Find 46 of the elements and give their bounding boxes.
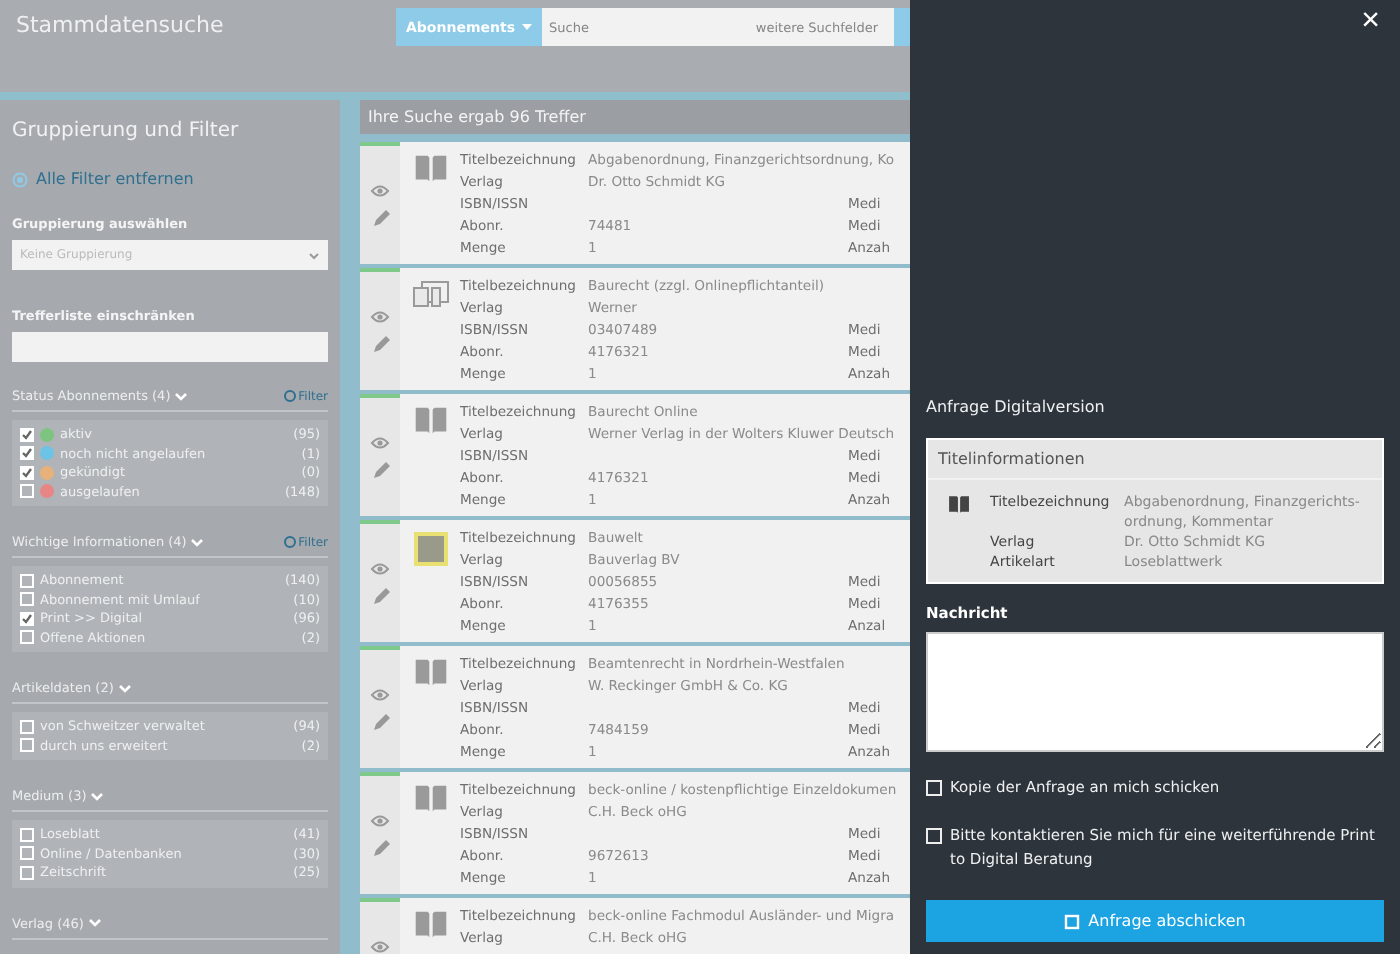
pencil-icon[interactable] [371,839,389,857]
checkbox[interactable] [20,611,34,626]
clear-filters-link[interactable]: Alle Filter entfernen [12,170,328,188]
checkbox[interactable] [20,427,34,442]
pencil-icon[interactable] [371,209,389,227]
close-button[interactable]: × [1361,4,1380,40]
filter-input[interactable] [12,332,328,362]
result-summary: Ihre Suche ergab 96 Treffer [360,100,910,134]
circle-icon [284,536,297,548]
square-icon [1064,913,1081,929]
chevron-icon [190,537,205,547]
book-icon [413,406,447,434]
chevron-icon [174,391,189,401]
message-field[interactable] [926,632,1384,752]
book-icon [413,784,447,812]
pencil-icon[interactable] [371,335,389,353]
eye-icon[interactable] [370,309,390,323]
book-icon [948,492,971,516]
clear-icon [12,171,28,187]
book-icon [413,154,447,182]
drawer-heading: Anfrage Digitalversion [926,398,1107,416]
chevron-icon [308,251,320,259]
circle-icon [284,390,297,402]
pencil-icon[interactable] [371,587,389,605]
devices-icon [411,280,449,308]
eye-icon[interactable] [370,813,390,827]
eye-icon[interactable] [370,939,390,953]
panel-title: Titelinformationen [928,440,1382,480]
chevron-icon [90,791,105,801]
book-icon [413,910,447,938]
cover-image [413,532,447,566]
eye-icon[interactable] [370,435,390,449]
chevron-icon [87,918,102,928]
eye-icon[interactable] [370,183,390,197]
checkbox[interactable] [20,465,34,480]
eye-icon[interactable] [370,687,390,701]
pencil-icon[interactable] [371,461,389,479]
submit-button[interactable]: Anfrage abschicken [926,900,1384,942]
caret-icon [521,24,531,30]
chevron-icon [117,683,132,693]
book-icon [413,658,447,686]
sidebar-title: Gruppierung und Filter [12,120,241,142]
page-title: Stammdatensuche [16,10,226,38]
checkbox[interactable] [20,446,34,461]
eye-icon[interactable] [370,561,390,575]
pencil-icon[interactable] [371,713,389,731]
